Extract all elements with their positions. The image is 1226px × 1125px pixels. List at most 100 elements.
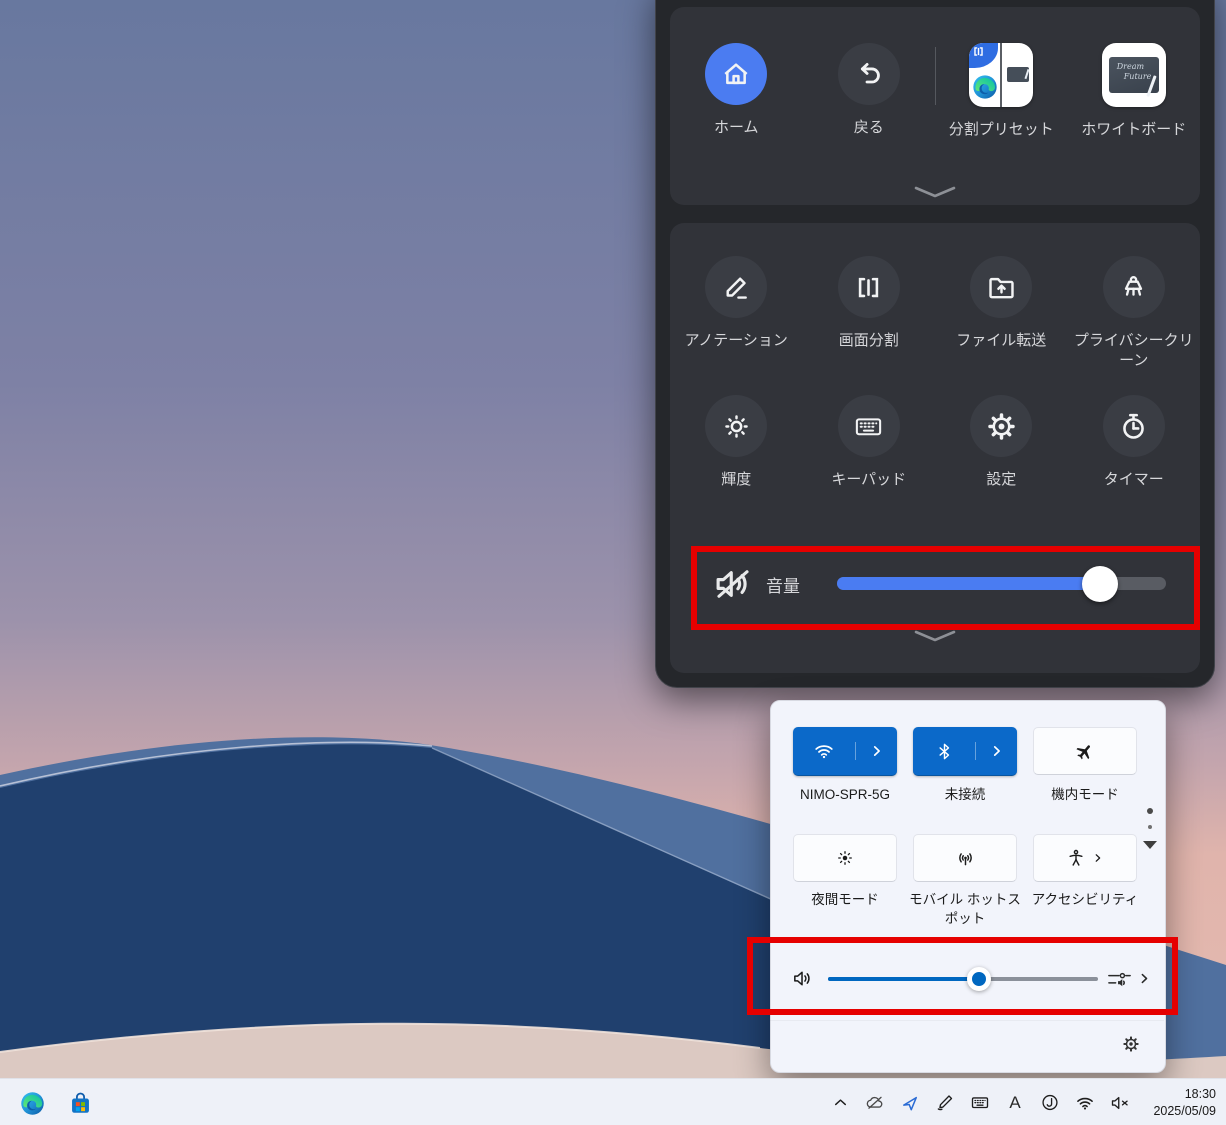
system-tray: A <box>830 1079 1130 1125</box>
page-dot-1 <box>1147 808 1153 814</box>
whiteboard-label: ホワイトボード <box>1081 120 1186 140</box>
settings-label: 設定 <box>986 470 1016 490</box>
privacy-clean-button[interactable]: プライバシークリーン <box>1068 256 1201 371</box>
wifi-icon <box>793 740 855 762</box>
accessibility-label: アクセシビリティ <box>1020 890 1150 909</box>
timer-label: タイマー <box>1104 470 1164 490</box>
whiteboard-icon: Dream Future <box>1102 43 1166 107</box>
audio-output-icon[interactable] <box>1106 967 1133 991</box>
edge-logo-icon <box>971 73 999 101</box>
wifi-label: NIMO-SPR-5G <box>780 785 910 804</box>
taskbar-edge-button[interactable] <box>17 1088 47 1118</box>
onedrive-icon[interactable] <box>865 1093 885 1113</box>
timer-button[interactable]: タイマー <box>1068 395 1201 490</box>
speaker-icon[interactable] <box>791 967 814 990</box>
bluetooth-expand-chevron-icon[interactable] <box>975 742 1017 760</box>
brightness-label: 輝度 <box>721 470 751 490</box>
back-arrow-icon <box>838 43 900 105</box>
page-dot-2 <box>1148 825 1152 829</box>
airplane-icon <box>1075 741 1095 761</box>
collapse-chevron-icon[interactable] <box>913 185 957 199</box>
night-mode-button[interactable] <box>793 834 897 882</box>
whiteboard-button[interactable]: Dream Future ホワイトボード <box>1068 43 1201 140</box>
quick-settings-gear-icon[interactable] <box>1122 1035 1140 1053</box>
keypad-button[interactable]: キーパッド <box>803 395 936 490</box>
system-volume-fill <box>828 977 979 981</box>
file-transfer-button[interactable]: ファイル転送 <box>935 256 1068 371</box>
brightness-icon <box>705 395 767 457</box>
section-divider <box>935 47 936 105</box>
home-label: ホーム <box>714 118 759 138</box>
volume-slider-fill <box>837 577 1100 590</box>
hidden-icons-chevron-icon[interactable] <box>830 1093 850 1113</box>
hotspot-icon <box>955 848 976 869</box>
screen-split-icon <box>838 256 900 318</box>
brightness-button[interactable]: 輝度 <box>670 395 803 490</box>
folder-upload-icon <box>970 256 1032 318</box>
microsoft-store-icon <box>67 1090 94 1117</box>
timer-icon <box>1103 395 1165 457</box>
mobile-hotspot-label: モバイル ホットスポット <box>903 890 1027 928</box>
collapse-chevron-icon[interactable] <box>913 629 957 643</box>
volume-label: 音量 <box>766 572 800 597</box>
assistant-app-section: ホーム 戻る <box>670 7 1200 205</box>
journal-app-icon[interactable] <box>1040 1093 1060 1113</box>
home-button[interactable]: ホーム <box>670 43 803 140</box>
split-preset-button[interactable]: 分割プリセット <box>935 43 1068 140</box>
gear-icon <box>970 395 1032 457</box>
split-preset-icon <box>969 43 1033 107</box>
bluetooth-label: 未接続 <box>900 785 1030 804</box>
privacy-clean-label: プライバシークリーン <box>1068 331 1201 371</box>
annotation-button[interactable]: アノテーション <box>670 256 803 371</box>
edge-icon <box>19 1090 46 1117</box>
wifi-button[interactable] <box>793 727 897 776</box>
pencil-icon <box>705 256 767 318</box>
whiteboard-thumb-icon <box>1007 67 1029 82</box>
accessibility-chevron-icon <box>1091 851 1105 865</box>
night-mode-label: 夜間モード <box>780 890 910 909</box>
assistant-tools-section: アノテーション 画面分割 ファイル転送 プライバシークリーン <box>670 223 1200 673</box>
accessibility-button[interactable] <box>1033 834 1137 882</box>
system-volume-slider[interactable] <box>828 977 1098 981</box>
taskbar-store-button[interactable] <box>65 1088 95 1118</box>
location-arrow-icon[interactable] <box>900 1093 920 1113</box>
airplane-mode-label: 機内モード <box>1020 785 1150 804</box>
back-label: 戻る <box>854 118 884 138</box>
taskbar-clock[interactable]: 18:30 2025/05/09 <box>1153 1086 1216 1119</box>
screen-split-label: 画面分割 <box>839 331 899 351</box>
keypad-icon <box>838 395 900 457</box>
keypad-label: キーパッド <box>831 470 906 490</box>
settings-button[interactable]: 設定 <box>935 395 1068 490</box>
system-volume-thumb[interactable] <box>967 967 991 991</box>
accessibility-icon <box>1066 848 1086 868</box>
muted-speaker-icon[interactable] <box>712 563 754 605</box>
airplane-mode-button[interactable] <box>1033 727 1137 775</box>
pen-icon[interactable] <box>935 1093 955 1113</box>
page-down-arrow-icon[interactable] <box>1143 841 1157 849</box>
split-preset-label: 分割プリセット <box>949 120 1054 140</box>
screen-split-button[interactable]: 画面分割 <box>803 256 936 371</box>
audio-output-chevron-icon[interactable] <box>1136 970 1153 987</box>
touch-keyboard-icon[interactable] <box>970 1093 990 1113</box>
whiteboard-text-line1: Dream <box>1117 62 1159 72</box>
wifi-expand-chevron-icon[interactable] <box>855 742 897 760</box>
bluetooth-icon <box>913 742 975 761</box>
taskbar: A 18:30 2025/05/09 <box>0 1078 1226 1125</box>
bluetooth-button[interactable] <box>913 727 1017 776</box>
mobile-hotspot-button[interactable] <box>913 834 1017 882</box>
night-mode-icon <box>835 848 855 868</box>
split-badge-icon <box>969 43 998 68</box>
annotation-label: アノテーション <box>685 331 788 351</box>
ime-mode-indicator[interactable]: A <box>1005 1093 1025 1113</box>
volume-slider-thumb[interactable] <box>1082 566 1118 602</box>
wifi-tray-icon[interactable] <box>1075 1093 1095 1113</box>
file-transfer-label: ファイル転送 <box>956 331 1046 351</box>
desktop: ホーム 戻る <box>0 0 1226 1125</box>
clock-date: 2025/05/09 <box>1153 1103 1216 1120</box>
home-icon <box>705 43 767 105</box>
back-button[interactable]: 戻る <box>803 43 936 140</box>
clock-time: 18:30 <box>1153 1086 1216 1103</box>
volume-muted-tray-icon[interactable] <box>1110 1093 1130 1113</box>
volume-slider[interactable] <box>837 577 1166 590</box>
broom-icon <box>1103 256 1165 318</box>
